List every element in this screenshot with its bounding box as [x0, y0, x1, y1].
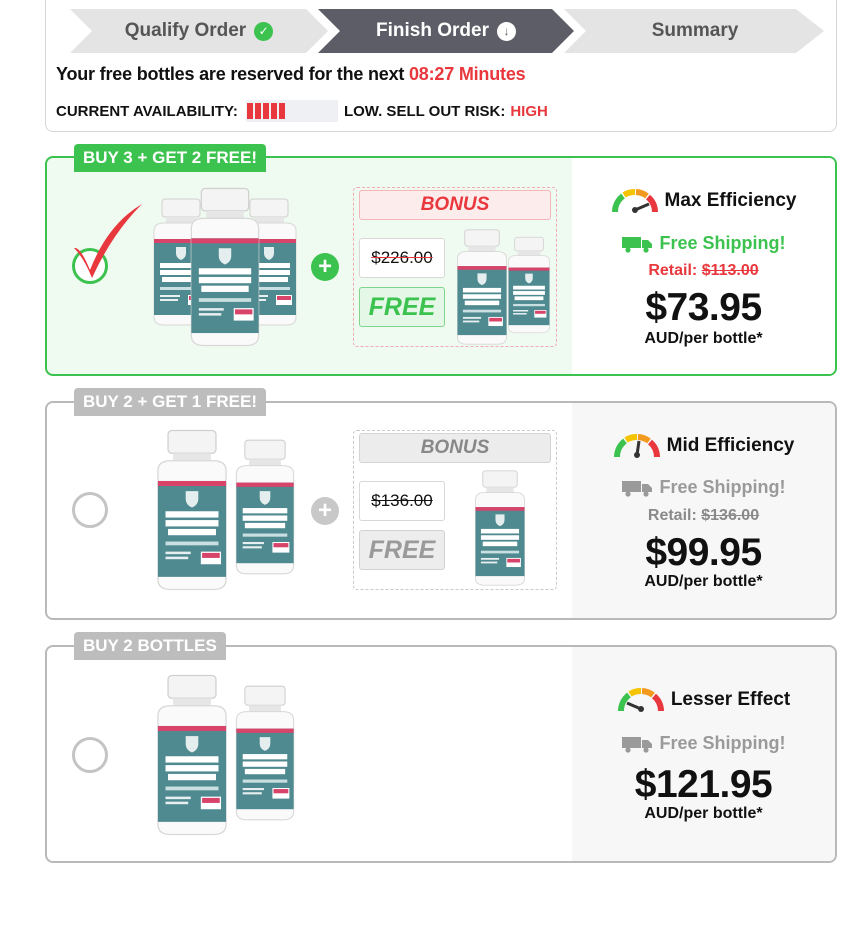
step-summary[interactable]: Summary — [564, 9, 826, 53]
step-qualify-order[interactable]: Qualify Order ✓ — [70, 9, 328, 53]
step-label: Finish Order — [376, 20, 489, 41]
step-label: Qualify Order — [124, 20, 247, 41]
efficiency-label: Lesser Effect — [670, 689, 791, 710]
bonus-old-price: $226.00 — [359, 238, 445, 278]
package-radio[interactable] — [72, 492, 108, 528]
per-bottle-label: AUD/per bottle* — [644, 573, 763, 590]
price-panel: Mid Efficiency Free Shipping! Retail: $1… — [572, 403, 835, 618]
retail-label: Retail: — [648, 262, 698, 279]
per-bottle-label: AUD/per bottle* — [644, 805, 763, 822]
plus-icon: + — [311, 497, 339, 525]
shipping-row: Free Shipping! — [572, 233, 835, 254]
shipping-label: Free Shipping! — [659, 233, 786, 253]
down-arrow-circle-icon: ↓ — [496, 21, 516, 41]
timer-text: Your free bottles are reserved for the n… — [56, 64, 405, 84]
truck-icon — [621, 736, 652, 753]
shipping-row: Free Shipping! — [572, 733, 835, 754]
retail-label: Retail: — [647, 507, 697, 524]
bottle-image — [190, 187, 260, 347]
package-tag: BUY 2 + GET 1 FREE! — [74, 388, 266, 416]
risk-label: LOW. SELL OUT RISK: — [343, 102, 506, 120]
bonus-label: BONUS — [359, 433, 551, 463]
efficiency-row: Max Efficiency — [572, 188, 835, 214]
package-tag: BUY 2 BOTTLES — [74, 632, 226, 660]
package-price: $121.95 — [634, 763, 773, 806]
retail-price: $113.00 — [701, 262, 759, 279]
checkmark-icon — [74, 204, 142, 278]
bottle-image — [157, 429, 227, 591]
truck-icon — [621, 236, 652, 253]
availability-label: CURRENT AVAILABILITY: — [56, 102, 238, 120]
price-panel: Lesser Effect Free Shipping! $121.95 AUD… — [572, 647, 835, 861]
bonus-free-label: FREE — [359, 530, 445, 570]
retail-row: Retail: $136.00 — [572, 507, 835, 525]
shipping-row: Free Shipping! — [572, 477, 835, 498]
step-finish-order[interactable]: Finish Order ↓ — [318, 9, 574, 53]
check-circle-icon: ✓ — [254, 21, 274, 41]
efficiency-label: Max Efficiency — [664, 190, 797, 211]
risk-value: HIGH — [510, 102, 548, 120]
bottle-image — [235, 685, 295, 821]
package-price: $73.95 — [645, 286, 762, 329]
bonus-box: BONUS $136.00 FREE — [353, 430, 557, 590]
bonus-free-label: FREE — [359, 287, 445, 327]
bottle-image — [157, 674, 227, 836]
availability-row: CURRENT AVAILABILITY: LOW. SELL OUT RISK… — [56, 100, 548, 122]
gauge-icon — [617, 688, 664, 712]
package-price: $99.95 — [645, 531, 762, 574]
page: Qualify Order ✓ Finish Order ↓ Summary Y… — [0, 0, 857, 931]
gauge-icon — [613, 434, 660, 458]
per-bottle-label: AUD/per bottle* — [644, 330, 763, 347]
efficiency-row: Lesser Effect — [572, 687, 835, 713]
package-radio[interactable] — [72, 737, 108, 773]
bonus-old-price: $136.00 — [359, 481, 445, 521]
reservation-timer: Your free bottles are reserved for the n… — [56, 64, 526, 85]
shipping-label: Free Shipping! — [659, 477, 786, 497]
truck-icon — [621, 480, 652, 497]
availability-bar — [245, 100, 338, 122]
timer-countdown: 08:27 Minutes — [409, 64, 526, 84]
bonus-bottle-image — [508, 236, 550, 334]
bottle-image — [235, 439, 295, 575]
efficiency-row: Mid Efficiency — [572, 433, 835, 459]
retail-price: $136.00 — [701, 507, 760, 524]
retail-row: Retail: $113.00 — [572, 262, 835, 280]
gauge-icon — [611, 189, 658, 213]
plus-icon: + — [311, 253, 339, 281]
checkout-steps: Qualify Order ✓ Finish Order ↓ Summary — [70, 9, 826, 53]
package-tag: BUY 3 + GET 2 FREE! — [74, 144, 266, 172]
bonus-box: BONUS $226.00 FREE — [353, 187, 557, 347]
price-panel: Max Efficiency Free Shipping! Retail: $1… — [572, 158, 835, 374]
bonus-bottle-image — [475, 470, 525, 586]
step-label: Summary — [651, 20, 739, 41]
bonus-label: BONUS — [359, 190, 551, 220]
efficiency-label: Mid Efficiency — [666, 435, 795, 456]
shipping-label: Free Shipping! — [659, 733, 786, 753]
